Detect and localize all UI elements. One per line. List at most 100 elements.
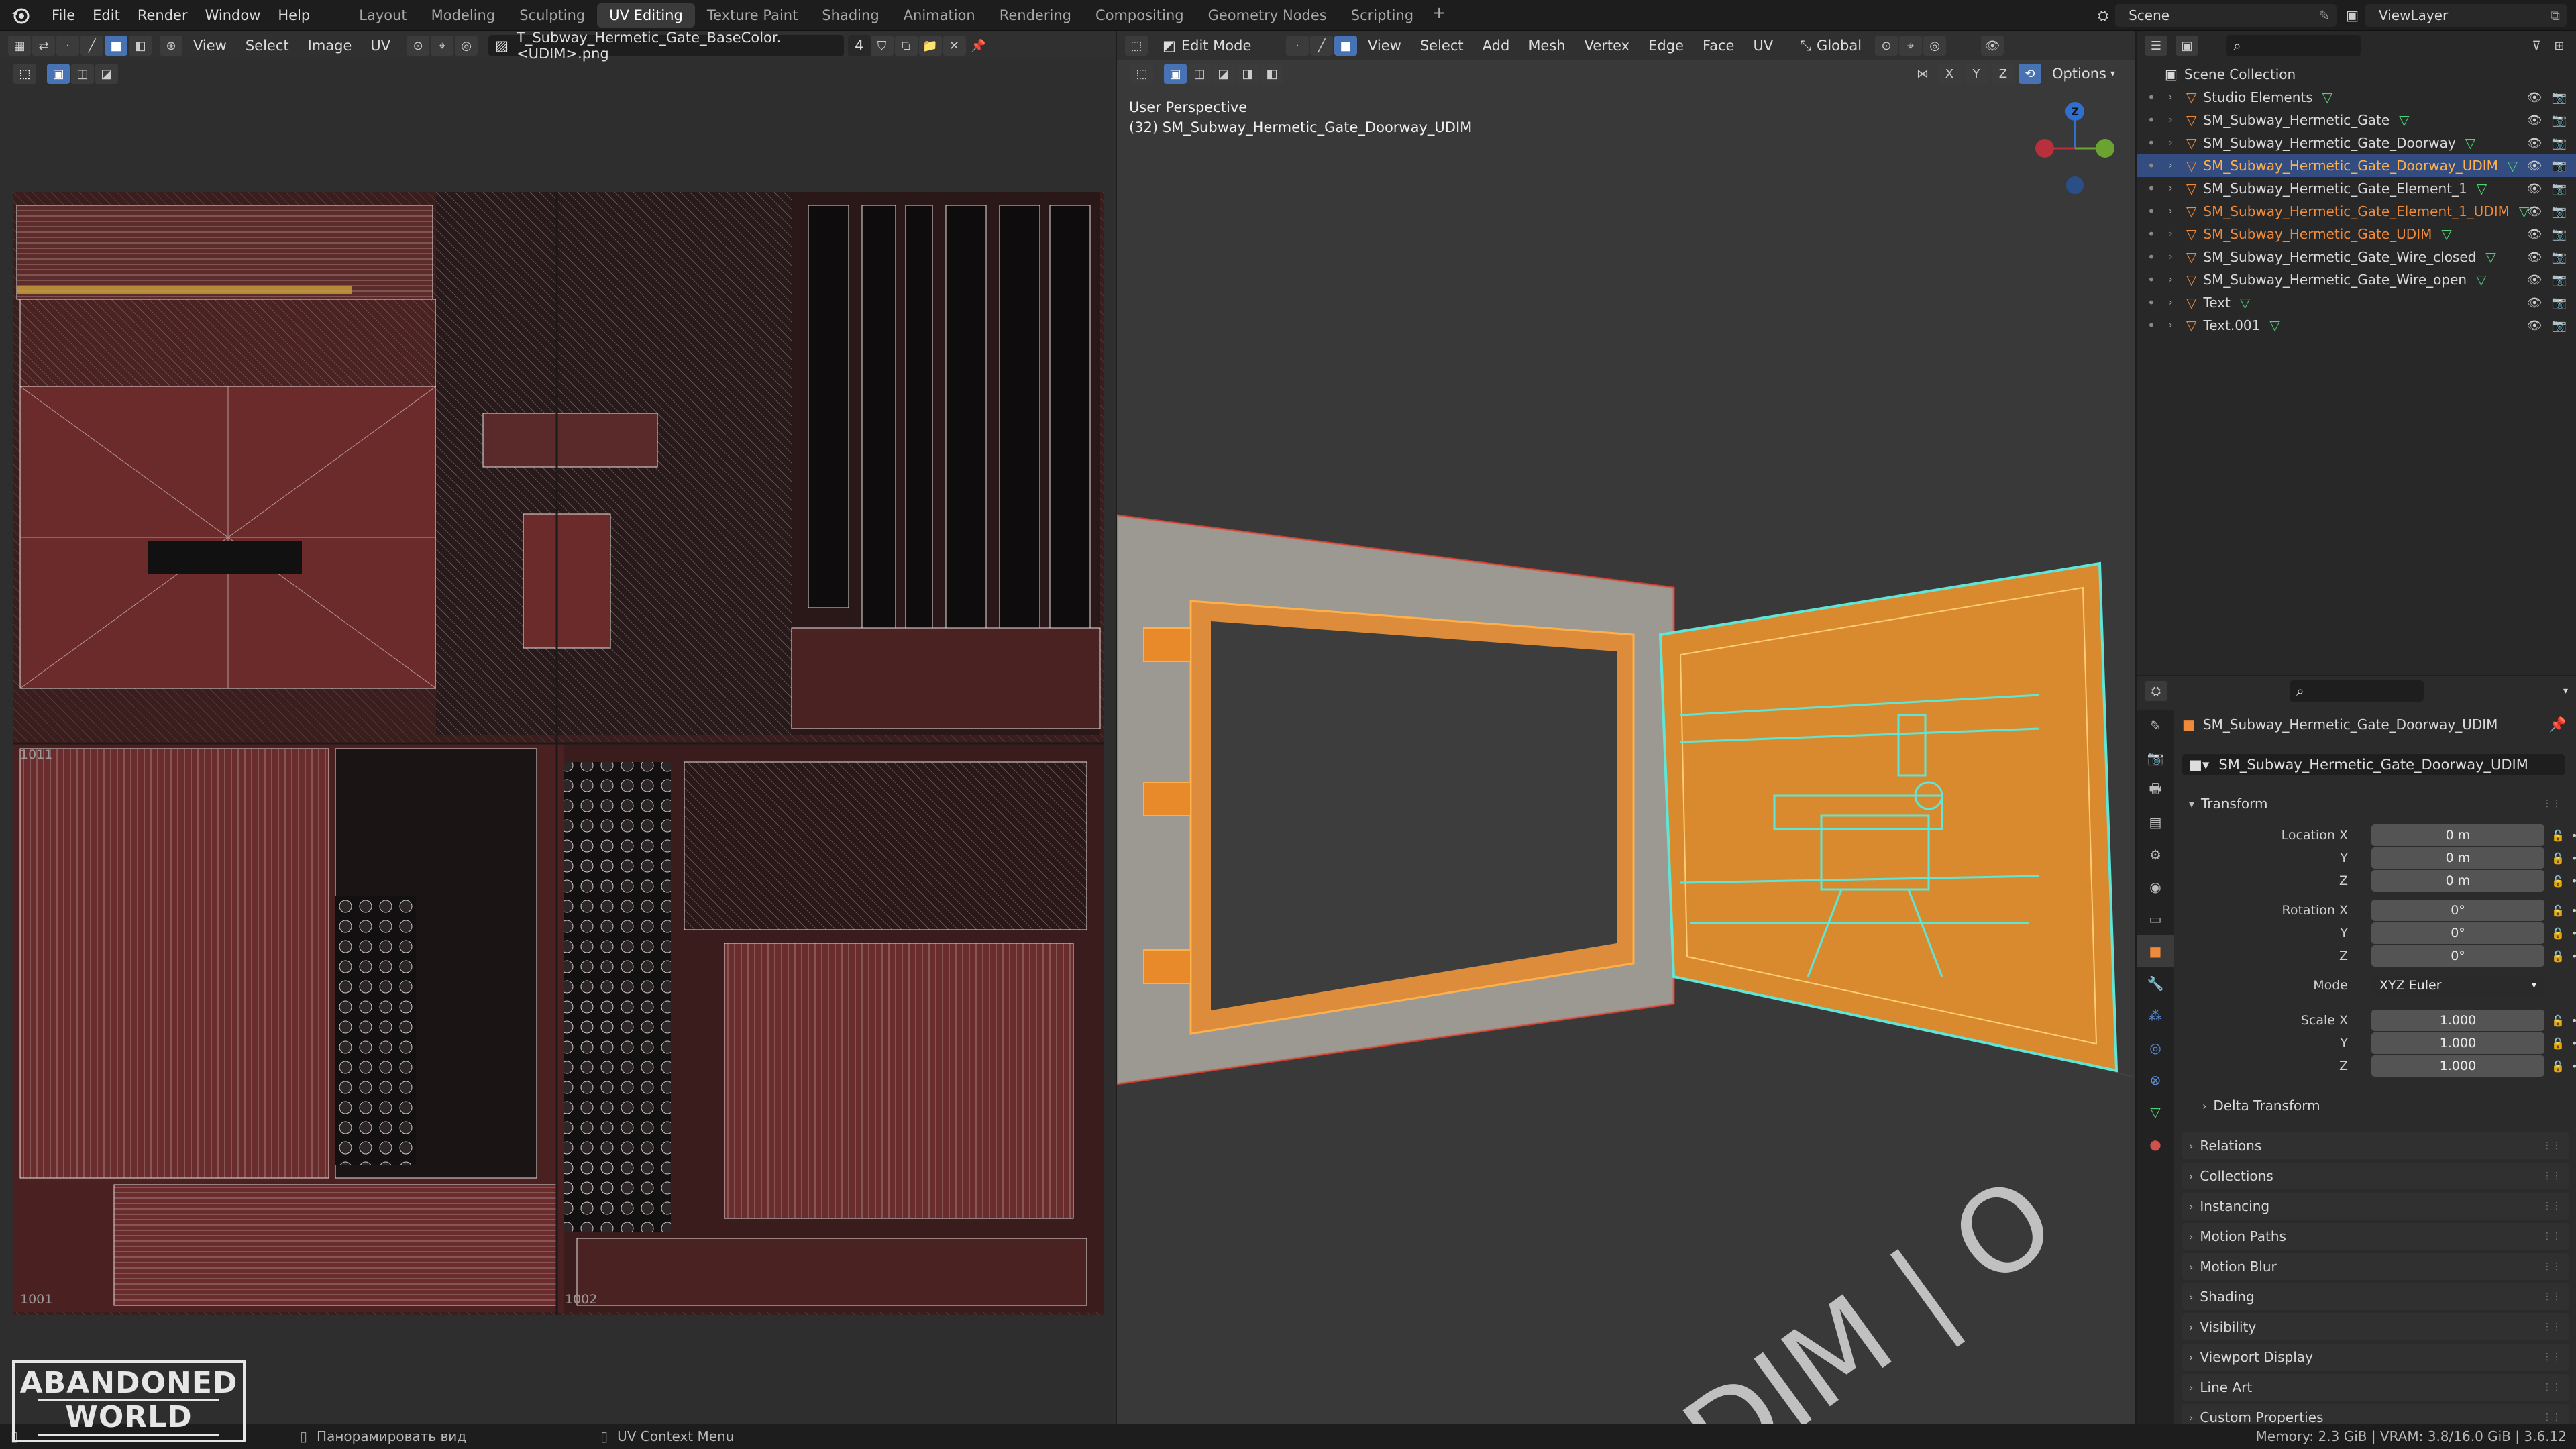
eye-icon[interactable]: 👁 <box>2527 136 2542 150</box>
camera-icon[interactable]: 📷 <box>2552 159 2567 173</box>
constraints-tab-icon[interactable]: ⊗ <box>2137 1064 2174 1096</box>
expand-arrow-icon[interactable]: › <box>2169 115 2182 125</box>
vp-proportional-icon[interactable]: ◎ <box>1923 36 1947 56</box>
uv-menu-select[interactable]: Select <box>236 38 299 54</box>
eye-icon[interactable]: 👁 <box>2527 205 2542 219</box>
keyframe-dot-icon[interactable]: • <box>2571 829 2576 842</box>
outliner-editor-type-icon[interactable]: ☰ <box>2145 36 2167 56</box>
vp-menu-uv[interactable]: UV <box>1743 38 1782 54</box>
mirror-y-toggle[interactable]: Y <box>1964 64 1988 84</box>
menu-file[interactable]: File <box>43 7 84 23</box>
eye-icon[interactable]: 👁 <box>2527 319 2542 333</box>
mode-selector[interactable]: ◩ Edit Mode <box>1156 35 1277 56</box>
keyframe-dot-icon[interactable]: • <box>2571 904 2576 917</box>
panel-grip-icon[interactable]: ⋮⋮ <box>2542 1231 2561 1242</box>
panel-grip-icon[interactable]: ⋮⋮ <box>2542 1382 2561 1393</box>
uv-texture-canvas[interactable] <box>13 192 1104 1315</box>
sticky-select-icon[interactable]: ⊕ <box>160 36 182 56</box>
outliner[interactable]: ☰ ▣ ⌕ ⊽ ⊞ ▣ Scene Collection • › ▽ Studio E… <box>2137 31 2576 675</box>
tab-shading[interactable]: Shading <box>810 3 891 28</box>
keyframe-dot-icon[interactable]: • <box>2571 950 2576 963</box>
object-tab-icon[interactable]: ■ <box>2137 935 2174 967</box>
expand-arrow-icon[interactable]: › <box>2169 160 2182 171</box>
view-layer-tab-icon[interactable]: ▤ <box>2137 806 2174 839</box>
panel-header[interactable]: › Viewport Display ⋮⋮ <box>2182 1344 2569 1371</box>
outliner-item[interactable]: • › ▽ SM_Subway_Hermetic_Gate ▽ 👁 📷 <box>2137 109 2576 131</box>
camera-icon[interactable]: 📷 <box>2552 250 2567 264</box>
island-select-icon[interactable]: ◧ <box>129 36 152 56</box>
panel-header[interactable]: › Motion Blur ⋮⋮ <box>2182 1253 2569 1280</box>
pivot-icon[interactable]: ⊙ <box>407 36 430 56</box>
vp-select-extend-icon[interactable]: ◫ <box>1188 64 1211 84</box>
menu-help[interactable]: Help <box>269 7 319 23</box>
select-mode-extend-icon[interactable]: ◫ <box>71 64 94 84</box>
add-workspace-button[interactable]: + <box>1426 3 1452 28</box>
face-mode-icon[interactable]: ■ <box>1334 36 1357 56</box>
auto-merge-icon[interactable]: ⟲ <box>2018 64 2041 84</box>
panel-header[interactable]: › Relations ⋮⋮ <box>2182 1132 2569 1159</box>
vp-menu-select[interactable]: Select <box>1411 38 1473 54</box>
edge-mode-icon[interactable]: ╱ <box>1310 36 1333 56</box>
copy-icon[interactable]: ⧉ <box>2551 7 2560 23</box>
output-tab-icon[interactable]: 🖶 <box>2137 774 2174 806</box>
tab-modeling[interactable]: Modeling <box>419 3 508 28</box>
snap-icon[interactable]: ⌖ <box>431 36 454 56</box>
eye-icon[interactable]: 👁 <box>2527 227 2542 241</box>
lock-icon[interactable]: 🔓 <box>2551 875 2565 888</box>
tab-compositing[interactable]: Compositing <box>1083 3 1196 28</box>
outliner-item[interactable]: • › ▽ Text ▽ 👁 📷 <box>2137 291 2576 314</box>
close-image-icon[interactable]: ✕ <box>943 36 966 56</box>
uv-editor[interactable]: ▦ ⇄ · ╱ ■ ◧ ⊕ View Select Image UV ⊙ ⌖ ◎… <box>0 31 1116 1424</box>
fake-user-icon[interactable]: ⛉ <box>870 36 894 56</box>
rotation-mode-select[interactable]: XYZ Euler ▾ <box>2371 975 2544 996</box>
eye-icon[interactable]: 👁 <box>2527 273 2542 287</box>
lock-icon[interactable]: 🔓 <box>2551 927 2565 940</box>
vp-select-box-tool-icon[interactable]: ⬚ <box>1130 64 1153 84</box>
select-mode-new-icon[interactable]: ▣ <box>47 64 70 84</box>
expand-arrow-icon[interactable]: › <box>2169 320 2182 331</box>
eye-icon[interactable]: 👁 <box>2527 250 2542 264</box>
select-mode-subtract-icon[interactable]: ◪ <box>95 64 118 84</box>
outliner-item[interactable]: • › ▽ SM_Subway_Hermetic_Gate_Doorway_UDIM ▽… <box>2137 154 2576 177</box>
keyframe-dot-icon[interactable]: • <box>2571 875 2576 888</box>
vp-select-new-icon[interactable]: ▣ <box>1164 64 1187 84</box>
3d-viewport[interactable]: ⬚ ◩ Edit Mode · ╱ ■ View Select Add Mesh… <box>1117 31 2135 1424</box>
expand-arrow-icon[interactable]: › <box>2169 274 2182 285</box>
editor-type-icon[interactable]: ▦ <box>8 36 31 56</box>
eye-icon[interactable]: 👁 <box>2527 159 2542 173</box>
tab-sculpting[interactable]: Sculpting <box>507 3 597 28</box>
panel-grip-icon[interactable]: ⋮⋮ <box>2542 1412 2561 1423</box>
panel-grip-icon[interactable]: ⋮⋮ <box>2542 1322 2561 1332</box>
lock-icon[interactable]: 🔓 <box>2551 904 2565 917</box>
sync-selection-icon[interactable]: ⇄ <box>32 36 55 56</box>
outliner-item[interactable]: • › ▽ SM_Subway_Hermetic_Gate_Element_1 ▽ 👁 📷 <box>2137 177 2576 200</box>
location-y-field[interactable]: 0 m <box>2371 847 2544 869</box>
world-tab-icon[interactable]: ◉ <box>2137 871 2174 903</box>
vp-menu-mesh[interactable]: Mesh <box>1519 38 1574 54</box>
edge-select-icon[interactable]: ╱ <box>80 36 103 56</box>
expand-arrow-icon[interactable]: › <box>2169 183 2182 194</box>
keyframe-dot-icon[interactable]: • <box>2571 1037 2576 1050</box>
panel-grip-icon[interactable]: ⋮⋮ <box>2542 798 2561 809</box>
uv-menu-uv[interactable]: UV <box>361 38 400 54</box>
outliner-search-field[interactable]: ⌕ <box>2226 35 2361 56</box>
vp-select-invert-icon[interactable]: ◨ <box>1236 64 1259 84</box>
outliner-item[interactable]: • › ▽ SM_Subway_Hermetic_Gate_Wire_open ▽ 👁 📷 <box>2137 268 2576 291</box>
expand-arrow-icon[interactable]: › <box>2169 252 2182 262</box>
outliner-item[interactable]: • › ▽ SM_Subway_Hermetic_Gate_Doorway ▽ 👁 📷 <box>2137 131 2576 154</box>
expand-arrow-icon[interactable]: › <box>2169 138 2182 148</box>
view-layer-selector[interactable]: ViewLayer ⧉ <box>2365 4 2567 27</box>
vp-menu-vertex[interactable]: Vertex <box>1575 38 1640 54</box>
rotation-x-field[interactable]: 0° <box>2371 900 2544 921</box>
panel-header[interactable]: › Motion Paths ⋮⋮ <box>2182 1223 2569 1250</box>
outliner-item[interactable]: • › ▽ SM_Subway_Hermetic_Gate_UDIM ▽ 👁 📷 <box>2137 223 2576 246</box>
properties-editor-type-icon[interactable]: ⛭ <box>2145 681 2167 701</box>
camera-icon[interactable]: 📷 <box>2552 182 2567 196</box>
material-tab-icon[interactable]: ● <box>2137 1128 2174 1161</box>
menu-window[interactable]: Window <box>197 7 270 23</box>
outliner-item[interactable]: • › ▽ SM_Subway_Hermetic_Gate_Element_1_UDI… <box>2137 200 2576 223</box>
pin-icon[interactable]: ✎ <box>2318 7 2330 23</box>
proportional-edit-icon[interactable]: ◎ <box>455 36 478 56</box>
expand-arrow-icon[interactable]: › <box>2169 92 2182 103</box>
tool-tab-icon[interactable]: ✎ <box>2137 710 2174 742</box>
